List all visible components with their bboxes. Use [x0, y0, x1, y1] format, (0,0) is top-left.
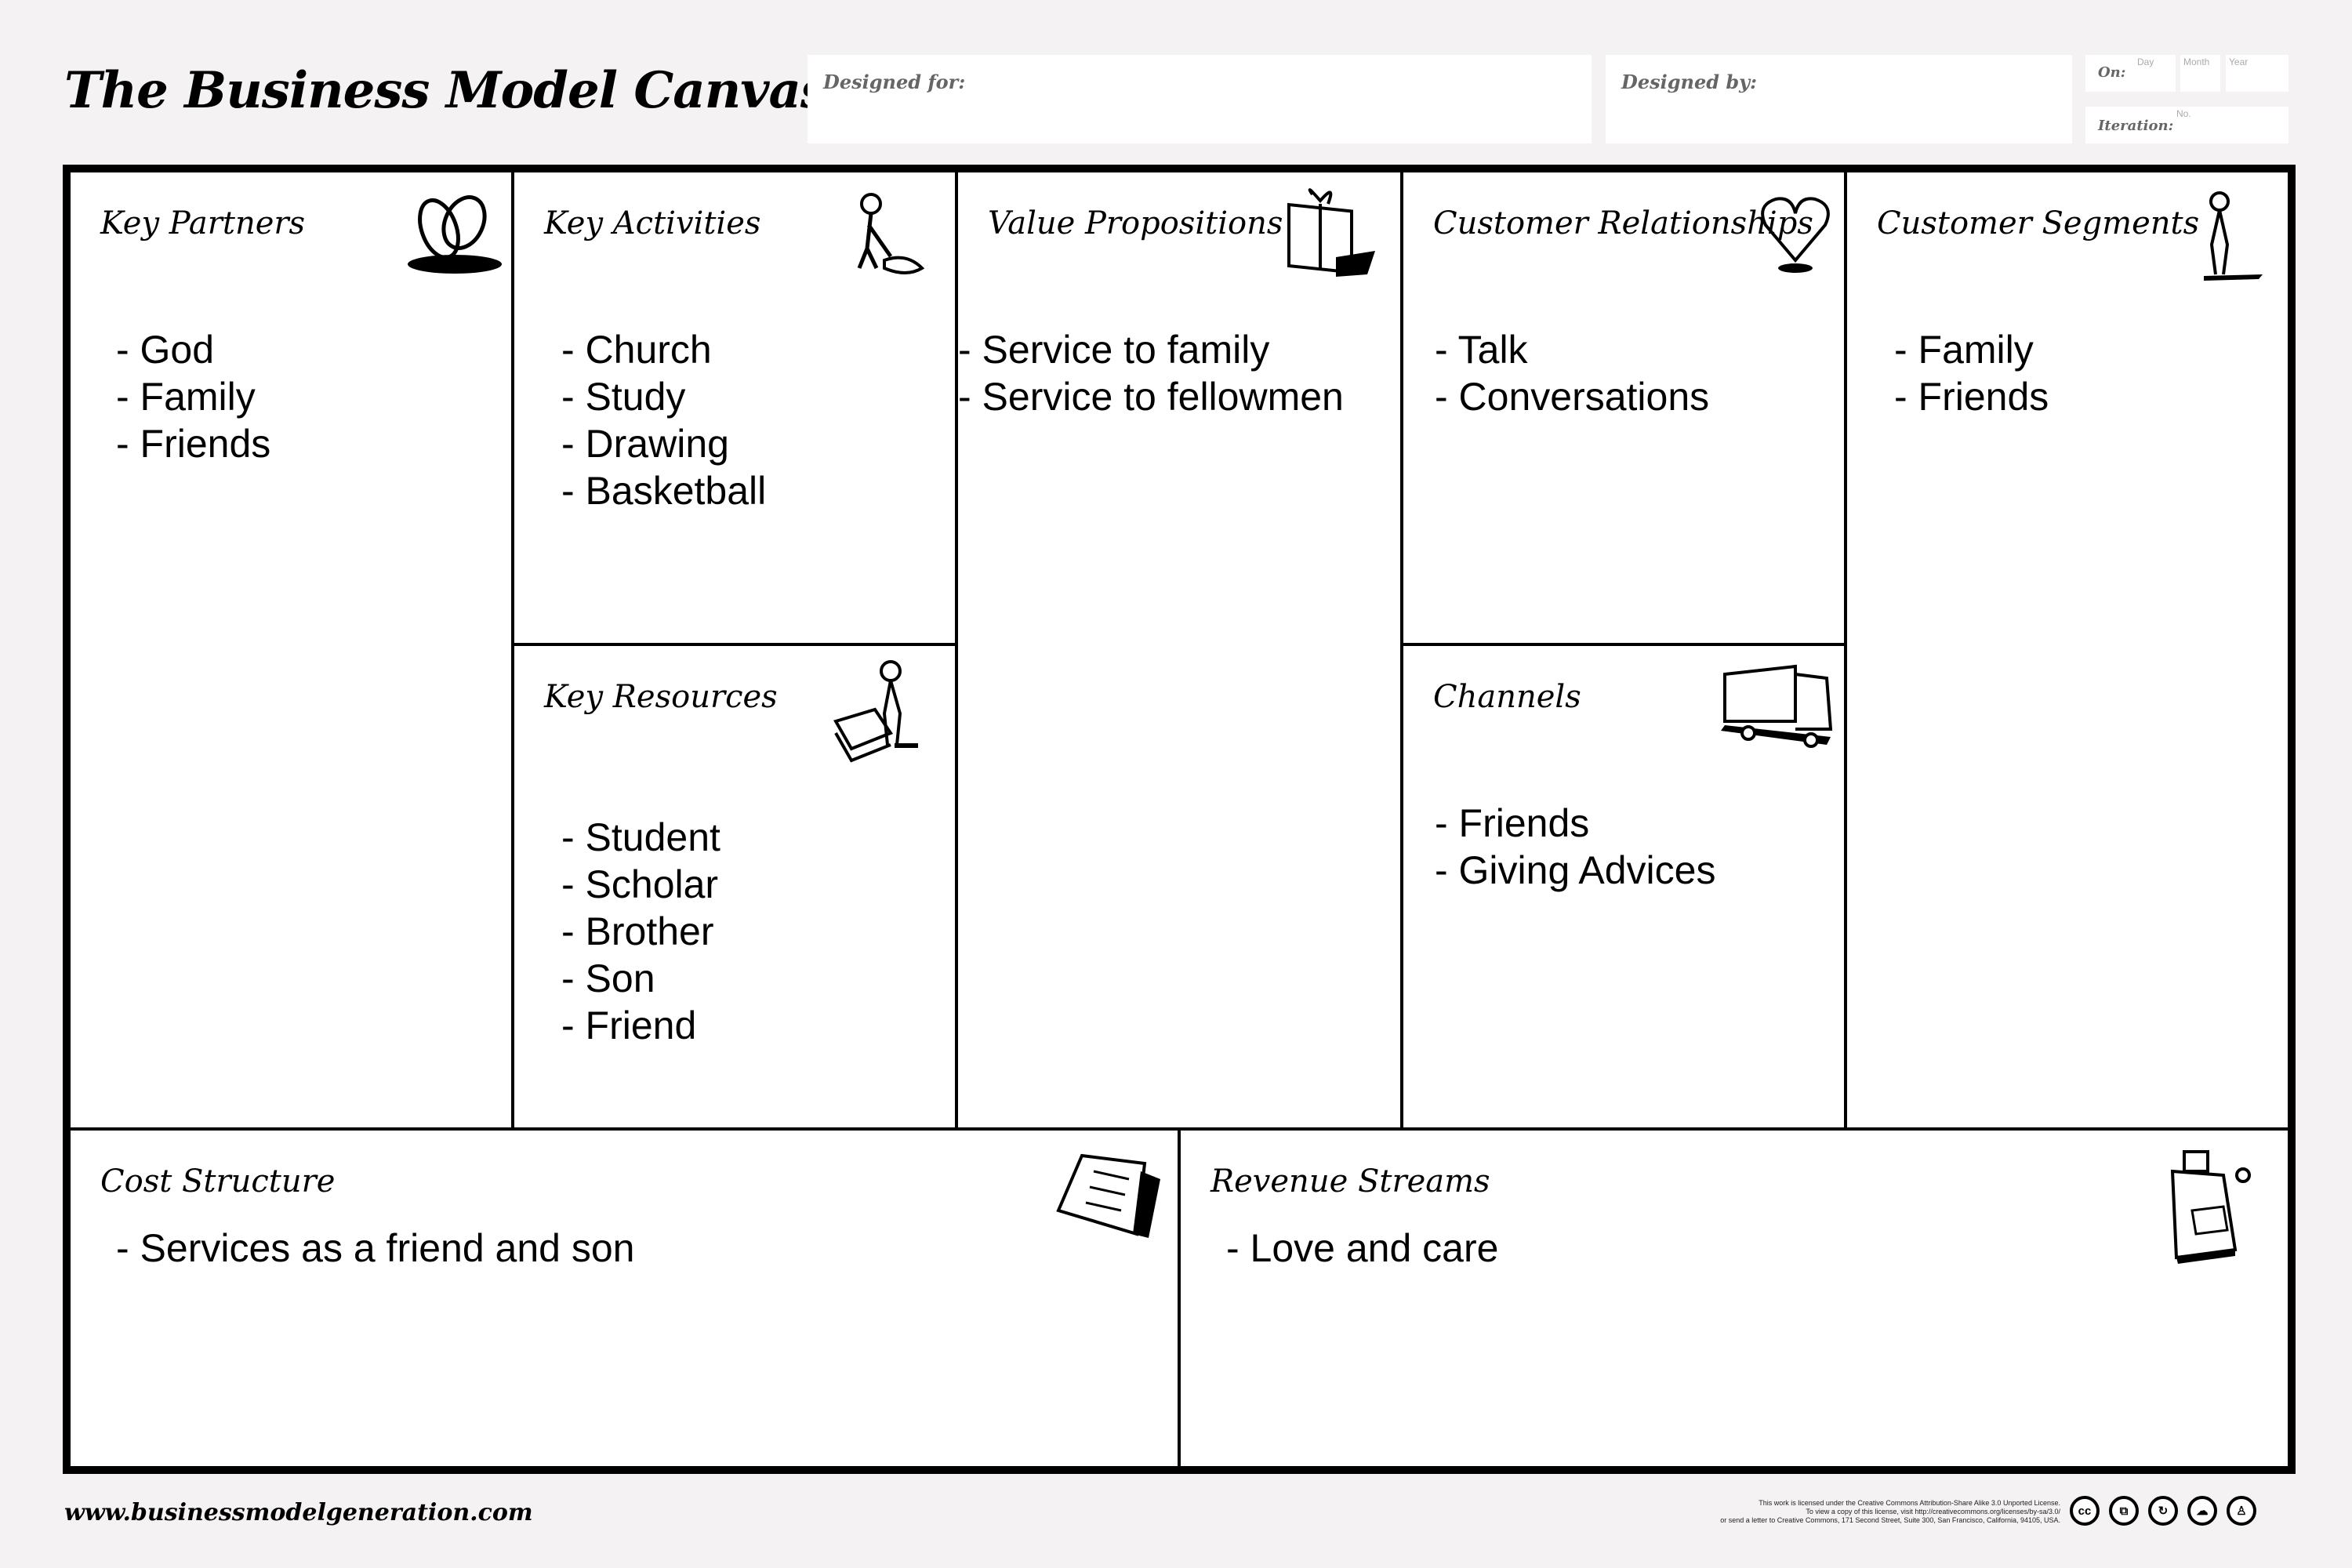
- list-item: - Friends: [1435, 801, 1590, 845]
- list-item: - Son: [561, 956, 655, 1000]
- copy-icon: ⧉: [2109, 1496, 2139, 1526]
- license-icons: cc ⧉ ↻ ☁ ♙: [2070, 1496, 2256, 1526]
- iteration-no-label: No.: [2176, 108, 2191, 119]
- person-digging-icon: [836, 190, 930, 288]
- page-title: The Business Model Canvas: [64, 61, 829, 120]
- designed-by-field[interactable]: Designed by:: [1606, 55, 2072, 143]
- year-label: Year: [2229, 56, 2249, 67]
- list-item: - Study: [561, 375, 686, 419]
- on-label: On:: [2098, 64, 2126, 81]
- list-item: - Services as a friend and son: [116, 1226, 635, 1270]
- list-item: - God: [116, 328, 215, 372]
- day-label: Day: [2137, 56, 2154, 67]
- block-key-partners[interactable]: Key Partners - God - Family - Friends: [71, 172, 514, 1131]
- block-title: Key Activities: [544, 205, 761, 241]
- list-item: - Drawing: [561, 422, 729, 466]
- block-key-resources[interactable]: Key Resources - Student - Scholar - Brot…: [511, 643, 958, 1131]
- cash-register-icon: [2161, 1148, 2263, 1269]
- list-item: - Service to family: [958, 328, 1270, 372]
- block-title: Customer Segments: [1877, 205, 2200, 241]
- block-customer-segments[interactable]: Customer Segments - Family - Friends: [1844, 172, 2288, 1131]
- truck-icon: [1717, 659, 1835, 757]
- business-model-canvas: Key Partners - God - Family - Friends Ke…: [63, 165, 2296, 1474]
- list-item: - Service to fellowmen: [958, 375, 1344, 419]
- attribution-icon: ♙: [2227, 1496, 2256, 1526]
- list-item: - Family: [116, 375, 256, 419]
- block-title: Channels: [1433, 679, 1581, 715]
- item-list: - Friends - Giving Advices: [1435, 800, 1715, 894]
- person-standing-icon: [2192, 190, 2270, 288]
- block-title: Key Resources: [544, 679, 778, 715]
- designed-for-label: Designed for:: [823, 71, 966, 93]
- date-year-field[interactable]: Year: [2226, 55, 2288, 92]
- list-item: - Friends: [1894, 375, 2049, 419]
- item-list: - Love and care: [1226, 1225, 1498, 1272]
- date-month-field[interactable]: Month: [2180, 55, 2220, 92]
- list-item: - Student: [561, 815, 720, 859]
- block-title: Value Propositions: [988, 205, 1283, 241]
- block-channels[interactable]: Channels - Friends - Giving Advices: [1400, 643, 1847, 1131]
- noncommercial-icon: ☁: [2187, 1496, 2217, 1526]
- list-item: - Friends: [116, 422, 271, 466]
- list-item: - Love and care: [1226, 1226, 1499, 1270]
- license-text: This work is licensed under the Creative…: [1720, 1499, 2060, 1525]
- item-list: - Talk - Conversations: [1435, 326, 1709, 420]
- block-key-activities[interactable]: Key Activities - Church - Study - Drawin…: [511, 172, 958, 646]
- item-list: - Student - Scholar - Brother - Son - Fr…: [561, 814, 720, 1049]
- item-list: - Service to family - Service to fellowm…: [958, 326, 1344, 420]
- license-line: To view a copy of this license, visit ht…: [1806, 1508, 2060, 1515]
- list-item: - Talk: [1435, 328, 1528, 372]
- receipt-icon: [1051, 1148, 1168, 1246]
- gift-icon: [1281, 187, 1383, 285]
- block-title: Cost Structure: [100, 1163, 336, 1200]
- date-day-field[interactable]: On: Day: [2085, 55, 2176, 92]
- item-list: - Services as a friend and son: [116, 1225, 634, 1272]
- list-item: - Church: [561, 328, 712, 372]
- block-title: Key Partners: [100, 205, 306, 241]
- iteration-field[interactable]: Iteration: No.: [2085, 107, 2288, 143]
- person-with-cart-icon: [828, 659, 930, 772]
- item-list: - God - Family - Friends: [116, 326, 270, 467]
- block-customer-relationships[interactable]: Customer Relationships - Talk - Conversa…: [1400, 172, 1847, 646]
- block-value-propositions[interactable]: Value Propositions - Service to family -…: [955, 172, 1403, 1131]
- share-alike-icon: ↻: [2148, 1496, 2178, 1526]
- iteration-label: Iteration:: [2098, 118, 2174, 134]
- cc-icon: cc: [2070, 1496, 2100, 1526]
- list-item: - Basketball: [561, 469, 767, 513]
- designed-for-field[interactable]: Designed for:: [808, 55, 1592, 143]
- list-item: - Conversations: [1435, 375, 1710, 419]
- designed-by-label: Designed by:: [1621, 71, 1757, 93]
- block-revenue-streams[interactable]: Revenue Streams - Love and care: [1178, 1127, 2288, 1466]
- license-line: or send a letter to Creative Commons, 17…: [1720, 1516, 2060, 1524]
- item-list: - Family - Friends: [1894, 326, 2049, 420]
- website-link[interactable]: www.businessmodelgeneration.com: [64, 1499, 533, 1526]
- license-line: This work is licensed under the Creative…: [1759, 1499, 2060, 1507]
- block-cost-structure[interactable]: Cost Structure - Services as a friend an…: [71, 1127, 1181, 1466]
- item-list: - Church - Study - Drawing - Basketball: [561, 326, 766, 514]
- block-title: Revenue Streams: [1210, 1163, 1490, 1200]
- list-item: - Friend: [561, 1004, 697, 1047]
- rings-icon: [400, 190, 510, 280]
- list-item: - Family: [1894, 328, 2034, 372]
- heart-icon: [1756, 190, 1835, 280]
- list-item: - Giving Advices: [1435, 848, 1716, 892]
- month-label: Month: [2183, 56, 2210, 67]
- list-item: - Brother: [561, 909, 714, 953]
- list-item: - Scholar: [561, 862, 719, 906]
